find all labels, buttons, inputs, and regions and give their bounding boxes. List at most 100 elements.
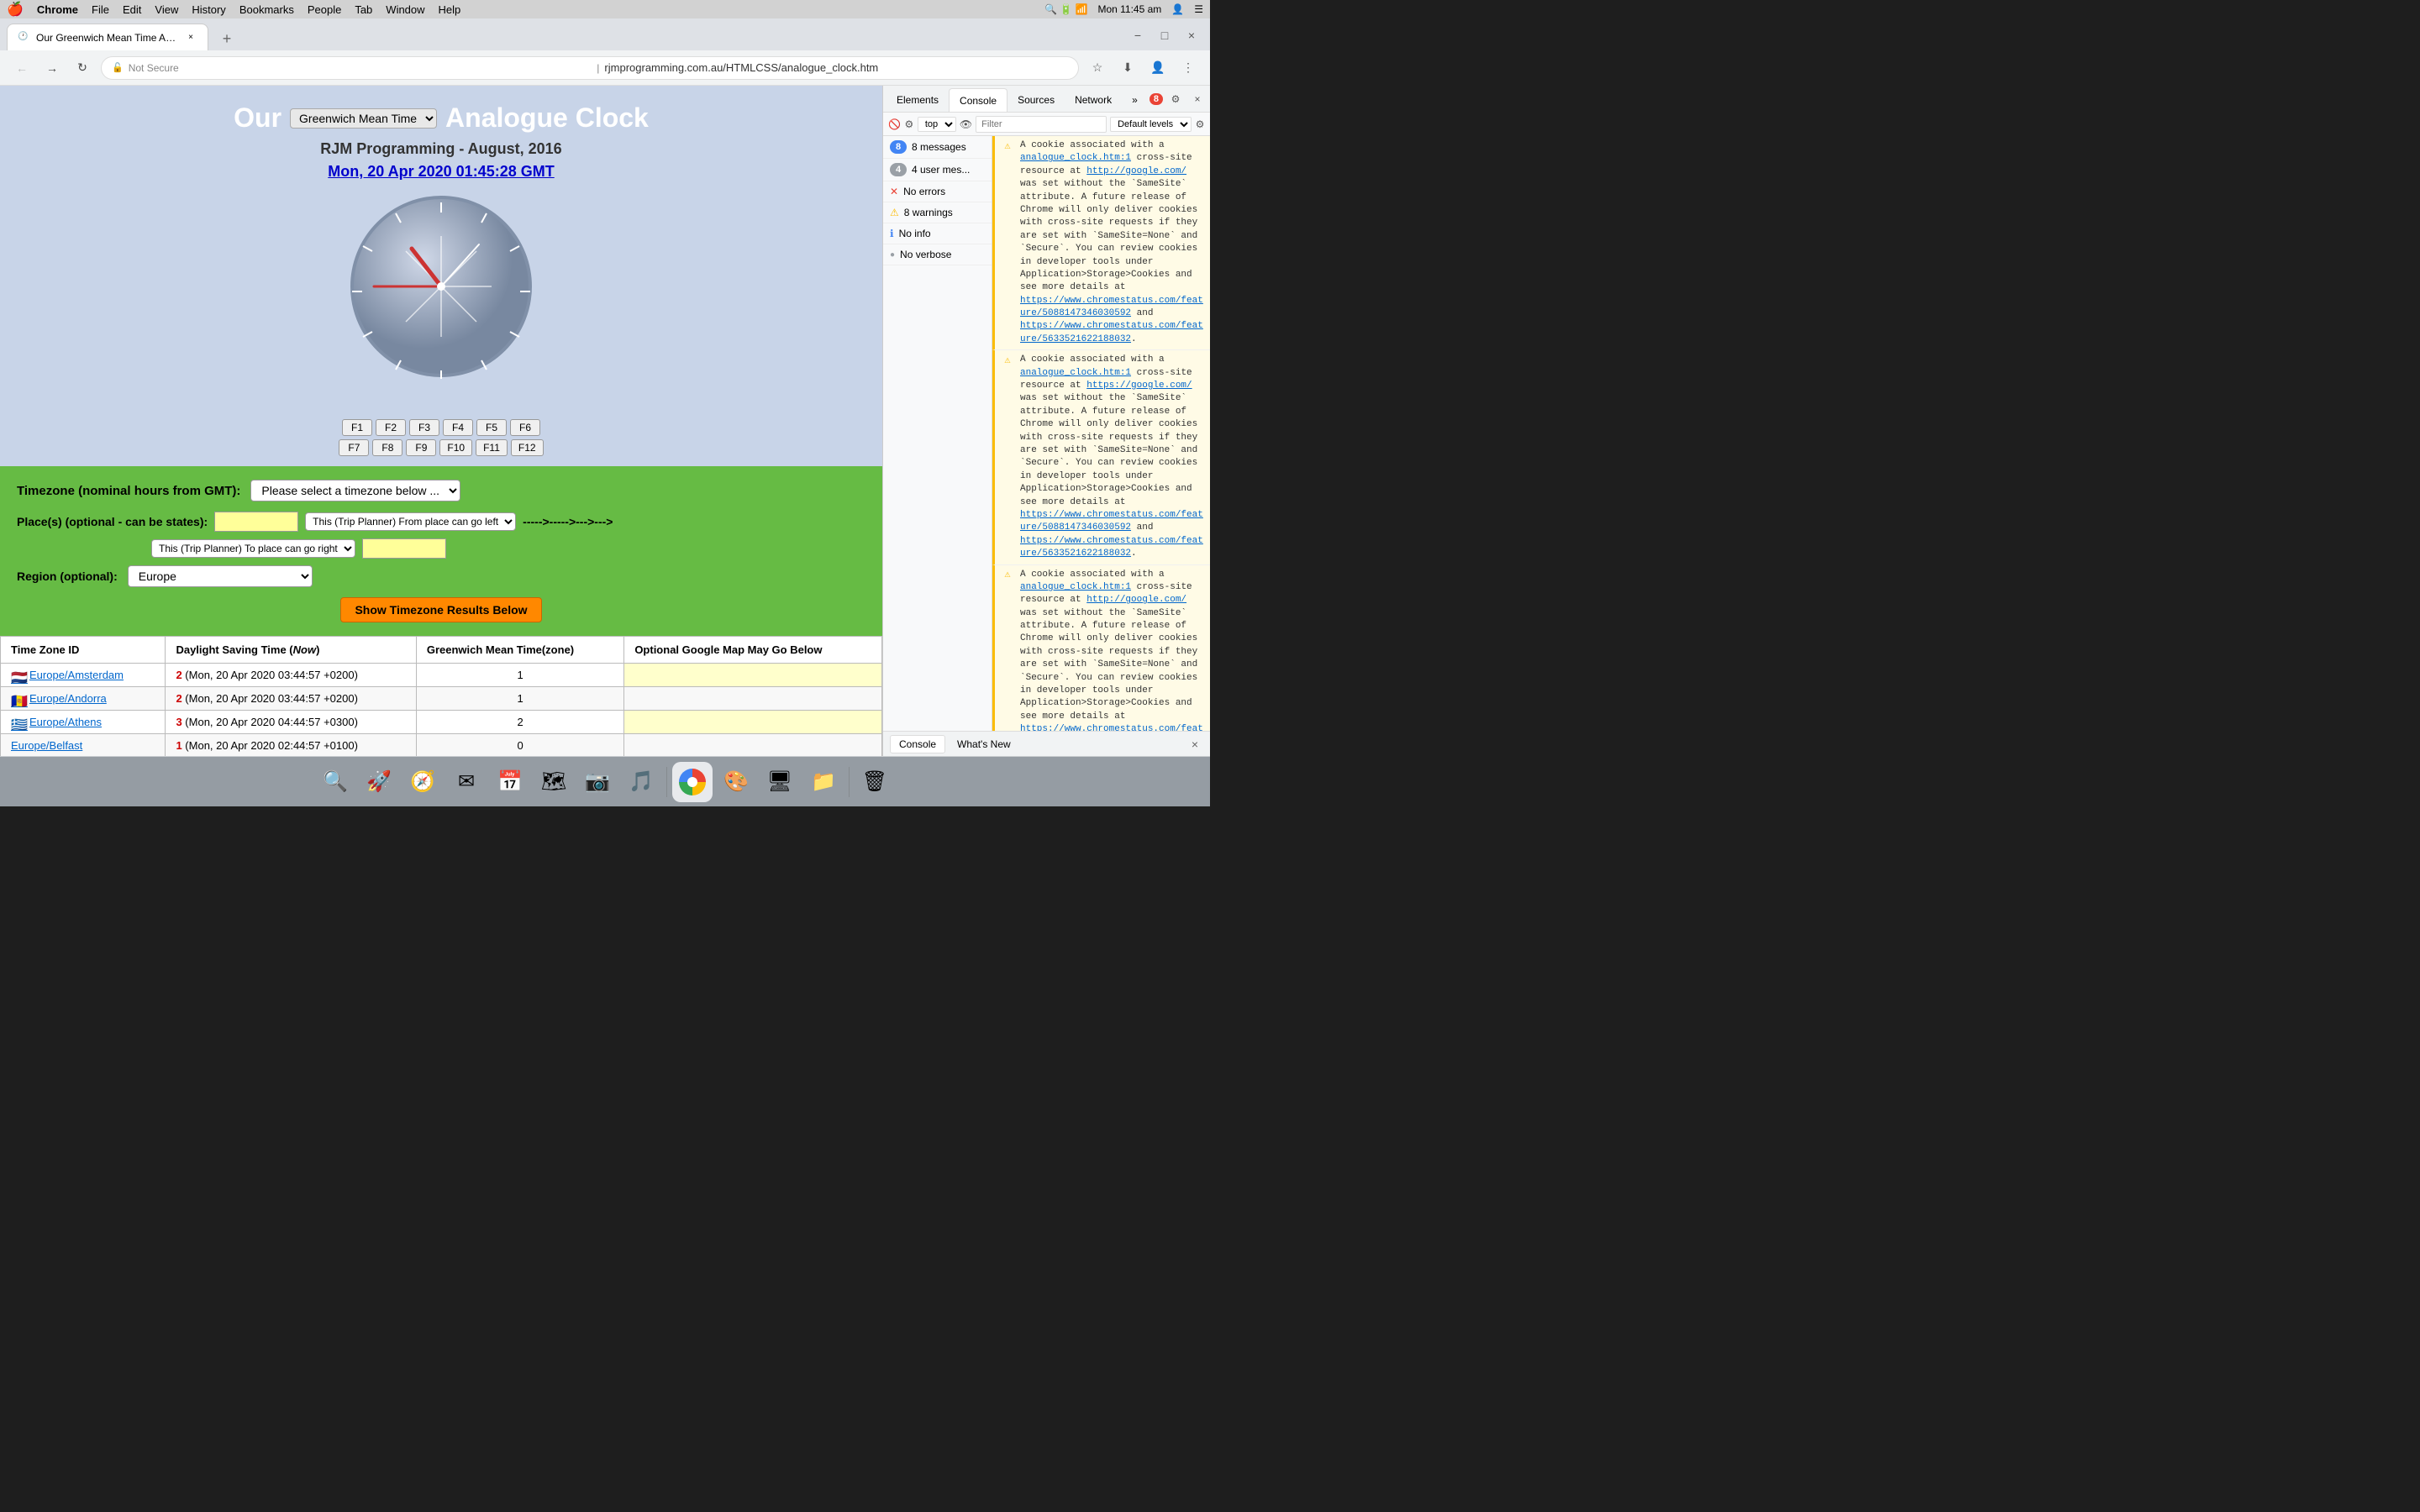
menubar-chrome[interactable]: Chrome [37, 3, 78, 16]
key-f9[interactable]: F9 [406, 439, 436, 456]
minimize-button[interactable]: − [1126, 24, 1150, 47]
menubar-edit[interactable]: Edit [123, 3, 141, 16]
dock-itunes[interactable]: 🎵 [621, 762, 661, 802]
log-link-status-2[interactable]: https://www.chromestatus.com/feature/563… [1020, 321, 1203, 344]
sidebar-warnings[interactable]: ⚠ 8 warnings [883, 202, 992, 223]
show-results-button[interactable]: Show Timezone Results Below [340, 597, 541, 622]
close-window-button[interactable]: × [1180, 24, 1203, 47]
key-f4[interactable]: F4 [443, 419, 473, 436]
from-direction-select[interactable]: This (Trip Planner) From place can go le… [305, 512, 516, 531]
log-link-1[interactable]: analogue_clock.htm:1 [1020, 153, 1131, 163]
key-f1[interactable]: F1 [342, 419, 372, 436]
dock-trash[interactable]: 🗑 [855, 762, 895, 802]
warning-icon-2: ⚠ [1002, 354, 1013, 366]
tz-link-belfast[interactable]: Europe/Belfast [11, 739, 155, 752]
tz-link-athens[interactable]: 🇬🇷 Europe/Athens [11, 716, 155, 728]
devtools-tab-elements[interactable]: Elements [886, 88, 949, 112]
menubar-view[interactable]: View [155, 3, 178, 16]
tz-link-amsterdam[interactable]: 🇳🇱 Europe/Amsterdam [11, 669, 155, 681]
address-input[interactable]: 🔓 Not Secure | rjmprogramming.com.au/HTM… [101, 56, 1079, 80]
sidebar-user-messages[interactable]: 4 4 user mes... [883, 159, 992, 181]
menubar-people[interactable]: People [308, 3, 341, 16]
console-settings-btn[interactable]: ⚙ [904, 115, 914, 134]
dock-filezilla[interactable]: 📁 [803, 762, 844, 802]
from-place-input[interactable] [214, 512, 298, 532]
bottom-tab-whats-new[interactable]: What's New [949, 736, 1019, 753]
active-tab[interactable]: 🕐 Our Greenwich Mean Time Analogue Clock… [7, 24, 208, 50]
log-level-select[interactable]: Default levels [1110, 117, 1192, 132]
sidebar-verbose[interactable]: ● No verbose [883, 244, 992, 265]
new-tab-button[interactable]: + [215, 27, 239, 50]
tab-close-button[interactable]: × [184, 31, 197, 45]
dock-maps[interactable]: 🗺 [534, 762, 574, 802]
sidebar-errors[interactable]: ✕ No errors [883, 181, 992, 202]
timezone-select[interactable]: Please select a timezone below ... [250, 480, 460, 501]
gear-icon[interactable]: ⚙ [1195, 115, 1205, 134]
sidebar-all-messages[interactable]: 8 8 messages [883, 136, 992, 159]
log-link-status-1[interactable]: https://www.chromestatus.com/feature/508… [1020, 296, 1203, 318]
menubar-user[interactable]: 👤 [1171, 3, 1184, 15]
log-link-3[interactable]: analogue_clock.htm:1 [1020, 582, 1131, 592]
to-direction-select[interactable]: This (Trip Planner) To place can go righ… [151, 539, 355, 558]
key-f8[interactable]: F8 [372, 439, 402, 456]
devtools-settings-btn[interactable]: ⚙ [1166, 90, 1185, 108]
key-f11[interactable]: F11 [476, 439, 508, 456]
devtools-tab-more[interactable]: » [1122, 88, 1148, 112]
devtools-bottom-close[interactable]: × [1186, 736, 1203, 753]
menubar-help[interactable]: Help [439, 3, 461, 16]
more-button[interactable]: ⋮ [1176, 56, 1200, 80]
key-f7[interactable]: F7 [339, 439, 369, 456]
log-link-google-3[interactable]: http://google.com/ [1086, 595, 1186, 605]
profile-button[interactable]: 👤 [1146, 56, 1170, 80]
log-link-google-2[interactable]: https://google.com/ [1086, 381, 1192, 391]
timezone-inline-select[interactable]: Greenwich Mean Time [290, 108, 437, 129]
flag-greece: 🇬🇷 [11, 717, 26, 728]
key-f3[interactable]: F3 [409, 419, 439, 436]
dock-launchpad[interactable]: 🚀 [359, 762, 399, 802]
bottom-tab-console[interactable]: Console [890, 735, 945, 753]
download-button[interactable]: ⬇ [1116, 56, 1139, 80]
context-select[interactable]: top [918, 117, 956, 132]
menubar-history[interactable]: History [192, 3, 225, 16]
key-f12[interactable]: F12 [511, 439, 544, 456]
forward-button[interactable]: → [40, 56, 64, 80]
menubar-file[interactable]: File [92, 3, 109, 16]
dock-terminal[interactable]: 🖥 [760, 762, 800, 802]
devtools-close-btn[interactable]: × [1188, 90, 1207, 108]
menubar-bookmarks[interactable]: Bookmarks [239, 3, 294, 16]
tz-link-andorra[interactable]: 🇦🇩 Europe/Andorra [11, 692, 155, 705]
dock-safari[interactable]: 🧭 [402, 762, 443, 802]
devtools-tab-console[interactable]: Console [949, 88, 1007, 112]
reload-button[interactable]: ↻ [71, 56, 94, 80]
region-select[interactable]: Europe America Asia Africa Pacific [128, 565, 313, 587]
key-f10[interactable]: F10 [439, 439, 472, 456]
devtools-tab-network[interactable]: Network [1065, 88, 1122, 112]
bookmark-button[interactable]: ☆ [1086, 56, 1109, 80]
key-f6[interactable]: F6 [510, 419, 540, 436]
menubar-menu-icon[interactable]: ☰ [1194, 3, 1203, 15]
log-link-status-4[interactable]: https://www.chromestatus.com/feature/563… [1020, 536, 1203, 559]
sidebar-info[interactable]: ℹ No info [883, 223, 992, 244]
devtools-tab-sources[interactable]: Sources [1007, 88, 1065, 112]
dock-xd[interactable]: 🎨 [716, 762, 756, 802]
console-clear-btn[interactable]: 🚫 [888, 115, 901, 134]
dock-mail[interactable]: ✉ [446, 762, 487, 802]
log-link-status-5[interactable]: https://www.chromestatus.com/feature/508… [1020, 724, 1203, 731]
apple-menu[interactable]: 🍎 [7, 1, 24, 18]
log-link-status-3[interactable]: https://www.chromestatus.com/feature/508… [1020, 510, 1203, 533]
maximize-button[interactable]: □ [1153, 24, 1176, 47]
key-f2[interactable]: F2 [376, 419, 406, 436]
console-filter-input[interactable] [976, 116, 1107, 133]
dock-finder[interactable]: 🔍 [315, 762, 355, 802]
eye-icon[interactable]: 👁 [960, 115, 972, 134]
menubar-window[interactable]: Window [386, 3, 424, 16]
dock-photos[interactable]: 📷 [577, 762, 618, 802]
dock-calendar[interactable]: 📅 [490, 762, 530, 802]
log-link-2[interactable]: analogue_clock.htm:1 [1020, 368, 1131, 378]
to-place-input[interactable] [362, 538, 446, 559]
back-button[interactable]: ← [10, 56, 34, 80]
log-link-google-1[interactable]: http://google.com/ [1086, 166, 1186, 176]
menubar-tab[interactable]: Tab [355, 3, 372, 16]
key-f5[interactable]: F5 [476, 419, 507, 436]
dock-chrome[interactable] [672, 762, 713, 802]
